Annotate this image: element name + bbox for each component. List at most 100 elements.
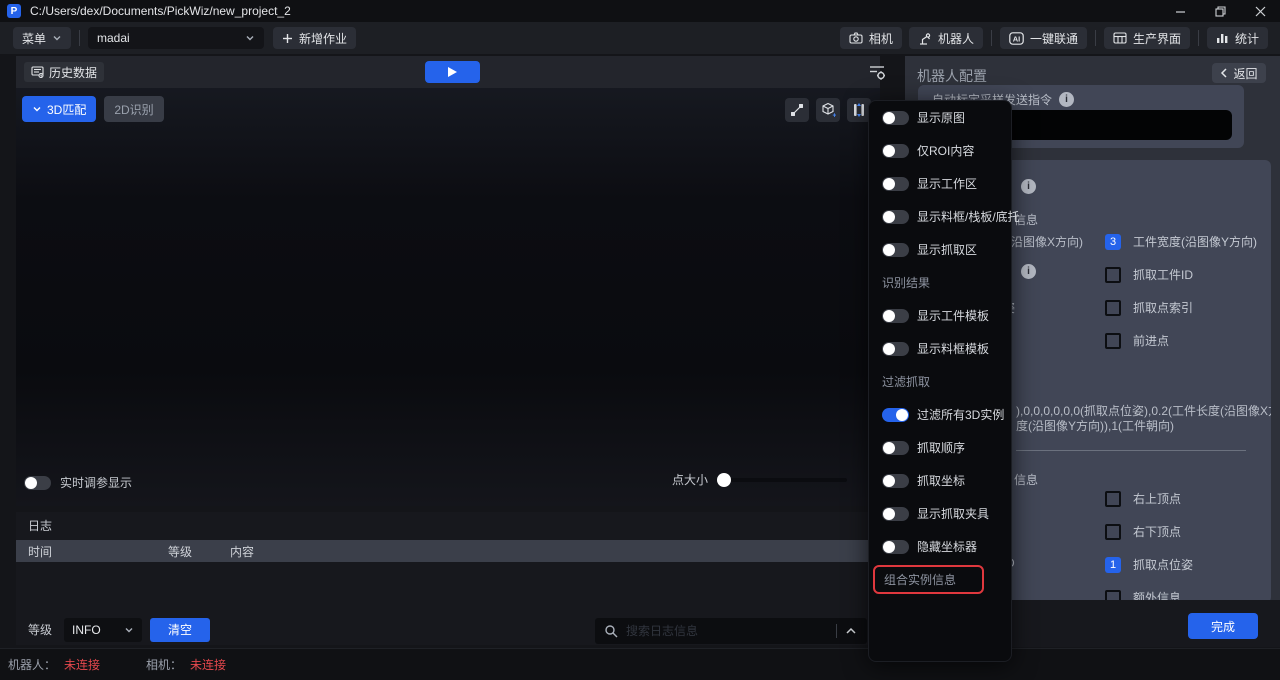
checkbox[interactable]: [1105, 524, 1121, 540]
robot-icon: [918, 32, 932, 45]
toggle-switch[interactable]: [882, 540, 909, 554]
menu-item-1[interactable]: 仅ROI内容: [869, 134, 1011, 167]
menu-button[interactable]: 菜单: [13, 27, 71, 49]
toolbar-separator: [1095, 30, 1096, 46]
cube-add-tool-button[interactable]: +: [816, 98, 840, 122]
point-size-slider-knob[interactable]: [717, 473, 731, 487]
toggle-switch[interactable]: [882, 507, 909, 521]
menu-item-4[interactable]: 显示抓取区: [869, 233, 1011, 266]
config-label: 工件宽度(沿图像Y方向): [1133, 233, 1257, 250]
close-button[interactable]: [1240, 0, 1280, 22]
menu-item-11[interactable]: 抓取坐标: [869, 464, 1011, 497]
toggle-switch[interactable]: [882, 111, 909, 125]
measure-tool-button[interactable]: [785, 98, 809, 122]
menu-item-9[interactable]: 过滤所有3D实例: [869, 398, 1011, 431]
toggle-switch[interactable]: [882, 177, 909, 191]
back-button[interactable]: 返回: [1212, 63, 1266, 83]
clear-log-button[interactable]: 清空: [150, 618, 210, 642]
menu-item-12[interactable]: 显示抓取夹具: [869, 497, 1011, 530]
point-size-slider[interactable]: [717, 478, 847, 482]
camera-status-value: 未连接: [190, 656, 226, 673]
menu-item-3[interactable]: 显示料框/栈板/底托: [869, 200, 1011, 233]
info-icon[interactable]: i: [1021, 179, 1036, 194]
log-level-select[interactable]: INFO: [64, 618, 142, 642]
done-button[interactable]: 完成: [1188, 613, 1258, 639]
ai-connect-label: 一键联通: [1030, 30, 1078, 47]
caret-up-icon[interactable]: [845, 626, 857, 636]
chevron-down-icon: [32, 104, 42, 114]
restore-button[interactable]: [1200, 0, 1240, 22]
menu-section-14: 组合实例信息: [869, 563, 1011, 596]
menu-item-7[interactable]: 显示料框模板: [869, 332, 1011, 365]
search-icon: [604, 624, 618, 638]
config-label: 抓取点位姿: [1133, 556, 1193, 573]
robot-config-title: 机器人配置: [917, 66, 987, 86]
toggle-switch[interactable]: [882, 243, 909, 257]
robot-status-value: 未连接: [64, 656, 100, 673]
back-button-label: 返回: [1233, 65, 1257, 82]
menu-item-label: 抓取顺序: [917, 439, 965, 456]
svg-text:+: +: [833, 113, 837, 119]
stats-button-label: 统计: [1235, 30, 1259, 47]
config-label: 前进点: [1133, 332, 1169, 349]
toggle-switch[interactable]: [882, 309, 909, 323]
config-label: 抓取工件ID: [1133, 266, 1193, 283]
history-data-button[interactable]: 历史数据: [24, 62, 104, 82]
clear-log-label: 清空: [168, 621, 192, 638]
config-label: 右上顶点: [1133, 490, 1181, 507]
job-select[interactable]: madai: [88, 27, 264, 49]
log-col-level: 等级: [168, 543, 230, 560]
play-button[interactable]: [425, 61, 480, 83]
checkbox[interactable]: [1105, 300, 1121, 316]
toolbar-separator: [79, 30, 80, 46]
info-icon[interactable]: i: [1021, 264, 1036, 279]
tab-3d-match[interactable]: 3D匹配: [22, 96, 96, 122]
realtime-tuning-toggle[interactable]: [24, 476, 51, 490]
config-row: 前进点: [1105, 332, 1257, 349]
menu-item-6[interactable]: 显示工件模板: [869, 299, 1011, 332]
menu-item-0[interactable]: 显示原图: [869, 101, 1011, 134]
checkbox[interactable]: [1105, 491, 1121, 507]
config-label: 抓取点索引: [1133, 299, 1193, 316]
app-logo-icon: P: [7, 4, 21, 18]
camera-button[interactable]: 相机: [840, 27, 902, 49]
checkbox[interactable]: [1105, 333, 1121, 349]
menu-item-label: 显示抓取区: [917, 241, 977, 258]
realtime-tuning-label: 实时调参显示: [60, 474, 132, 491]
new-job-button[interactable]: 新增作业: [273, 27, 356, 49]
tab-2d-recognition[interactable]: 2D识别: [104, 96, 163, 122]
grab-options-top: 3 工件宽度(沿图像Y方向) 抓取工件ID 抓取点索引前进点: [1105, 233, 1257, 365]
toggle-switch[interactable]: [882, 210, 909, 224]
value-badge: 3: [1105, 234, 1121, 250]
menu-item-13[interactable]: 隐藏坐标器: [869, 530, 1011, 563]
search-separator: [836, 624, 837, 638]
config-row: 抓取工件ID: [1105, 266, 1257, 283]
stats-button[interactable]: 统计: [1207, 27, 1268, 49]
log-search-input[interactable]: [626, 624, 828, 638]
config-row: 3 工件宽度(沿图像Y方向): [1105, 233, 1257, 250]
chevron-down-icon: [52, 33, 62, 43]
info-icon[interactable]: i: [1059, 92, 1074, 107]
toggle-switch[interactable]: [882, 408, 909, 422]
log-level-value: INFO: [72, 623, 101, 637]
log-search-box[interactable]: [595, 618, 867, 644]
toggle-switch[interactable]: [882, 144, 909, 158]
log-level-label: 等级: [28, 621, 52, 638]
measure-icon: [790, 103, 804, 117]
menu-item-10[interactable]: 抓取顺序: [869, 431, 1011, 464]
minimize-button[interactable]: [1160, 0, 1200, 22]
ai-icon: AI: [1009, 32, 1024, 45]
robot-button[interactable]: 机器人: [909, 27, 983, 49]
toggle-switch[interactable]: [882, 342, 909, 356]
display-settings-icon[interactable]: [868, 63, 886, 81]
menu-item-2[interactable]: 显示工作区: [869, 167, 1011, 200]
play-icon: [448, 67, 457, 77]
toggle-switch[interactable]: [882, 474, 909, 488]
ai-connect-button[interactable]: AI 一键联通: [1000, 27, 1087, 49]
menu-section-5: 识别结果: [869, 266, 1011, 299]
config-row: 右上顶点: [1105, 490, 1193, 507]
point-size-label: 点大小: [672, 471, 708, 488]
production-button[interactable]: 生产界面: [1104, 27, 1190, 49]
checkbox[interactable]: [1105, 267, 1121, 283]
toggle-switch[interactable]: [882, 441, 909, 455]
